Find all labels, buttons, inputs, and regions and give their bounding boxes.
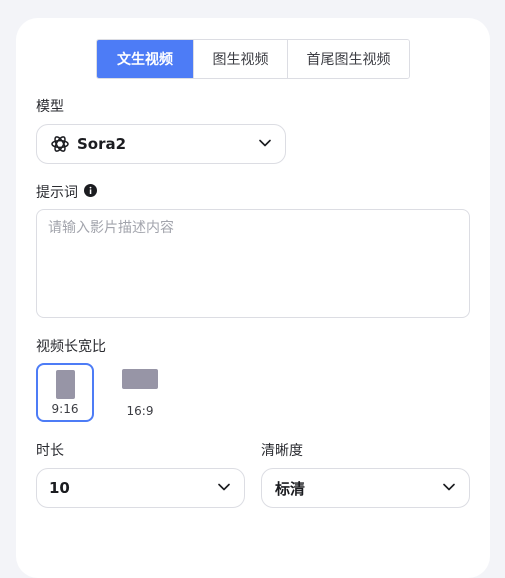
model-label: 模型 [36,99,64,115]
aspect-option-label: 16:9 [126,404,154,418]
landscape-shape [122,369,158,389]
aspect-ratio-label: 视频长宽比 [36,339,106,355]
mode-tabs: 文生视频 图生视频 首尾图生视频 [96,39,410,79]
aspect-option-label: 9:16 [51,402,79,416]
video-settings-card: 文生视频 图生视频 首尾图生视频 模型 Sora2 提示词 视频长宽比 9:16… [16,18,490,578]
tab-text-to-video[interactable]: 文生视频 [97,40,193,78]
chevron-down-icon [218,483,230,491]
clarity-label: 清晰度 [261,443,303,459]
prompt-input[interactable] [36,209,470,318]
portrait-shape [56,370,75,399]
tab-first-last-frame-video[interactable]: 首尾图生视频 [287,40,409,78]
aspect-option-16-9[interactable]: 16:9 [111,363,169,422]
prompt-label-text: 提示词 [36,185,78,201]
duration-select[interactable]: 10 [36,468,245,508]
prompt-label: 提示词 [36,182,97,202]
clarity-value: 标清 [275,479,306,498]
aspect-option-9-16[interactable]: 9:16 [36,363,94,422]
duration-value: 10 [49,479,70,497]
duration-label: 时长 [36,443,64,459]
clarity-select[interactable]: 标清 [261,468,470,508]
chevron-down-icon [443,483,455,491]
model-value: Sora2 [77,135,127,153]
info-icon [84,184,97,197]
model-select[interactable]: Sora2 [36,124,286,164]
chevron-down-icon [259,139,271,147]
tab-image-to-video[interactable]: 图生视频 [193,40,287,78]
openai-logo-icon [51,136,69,152]
